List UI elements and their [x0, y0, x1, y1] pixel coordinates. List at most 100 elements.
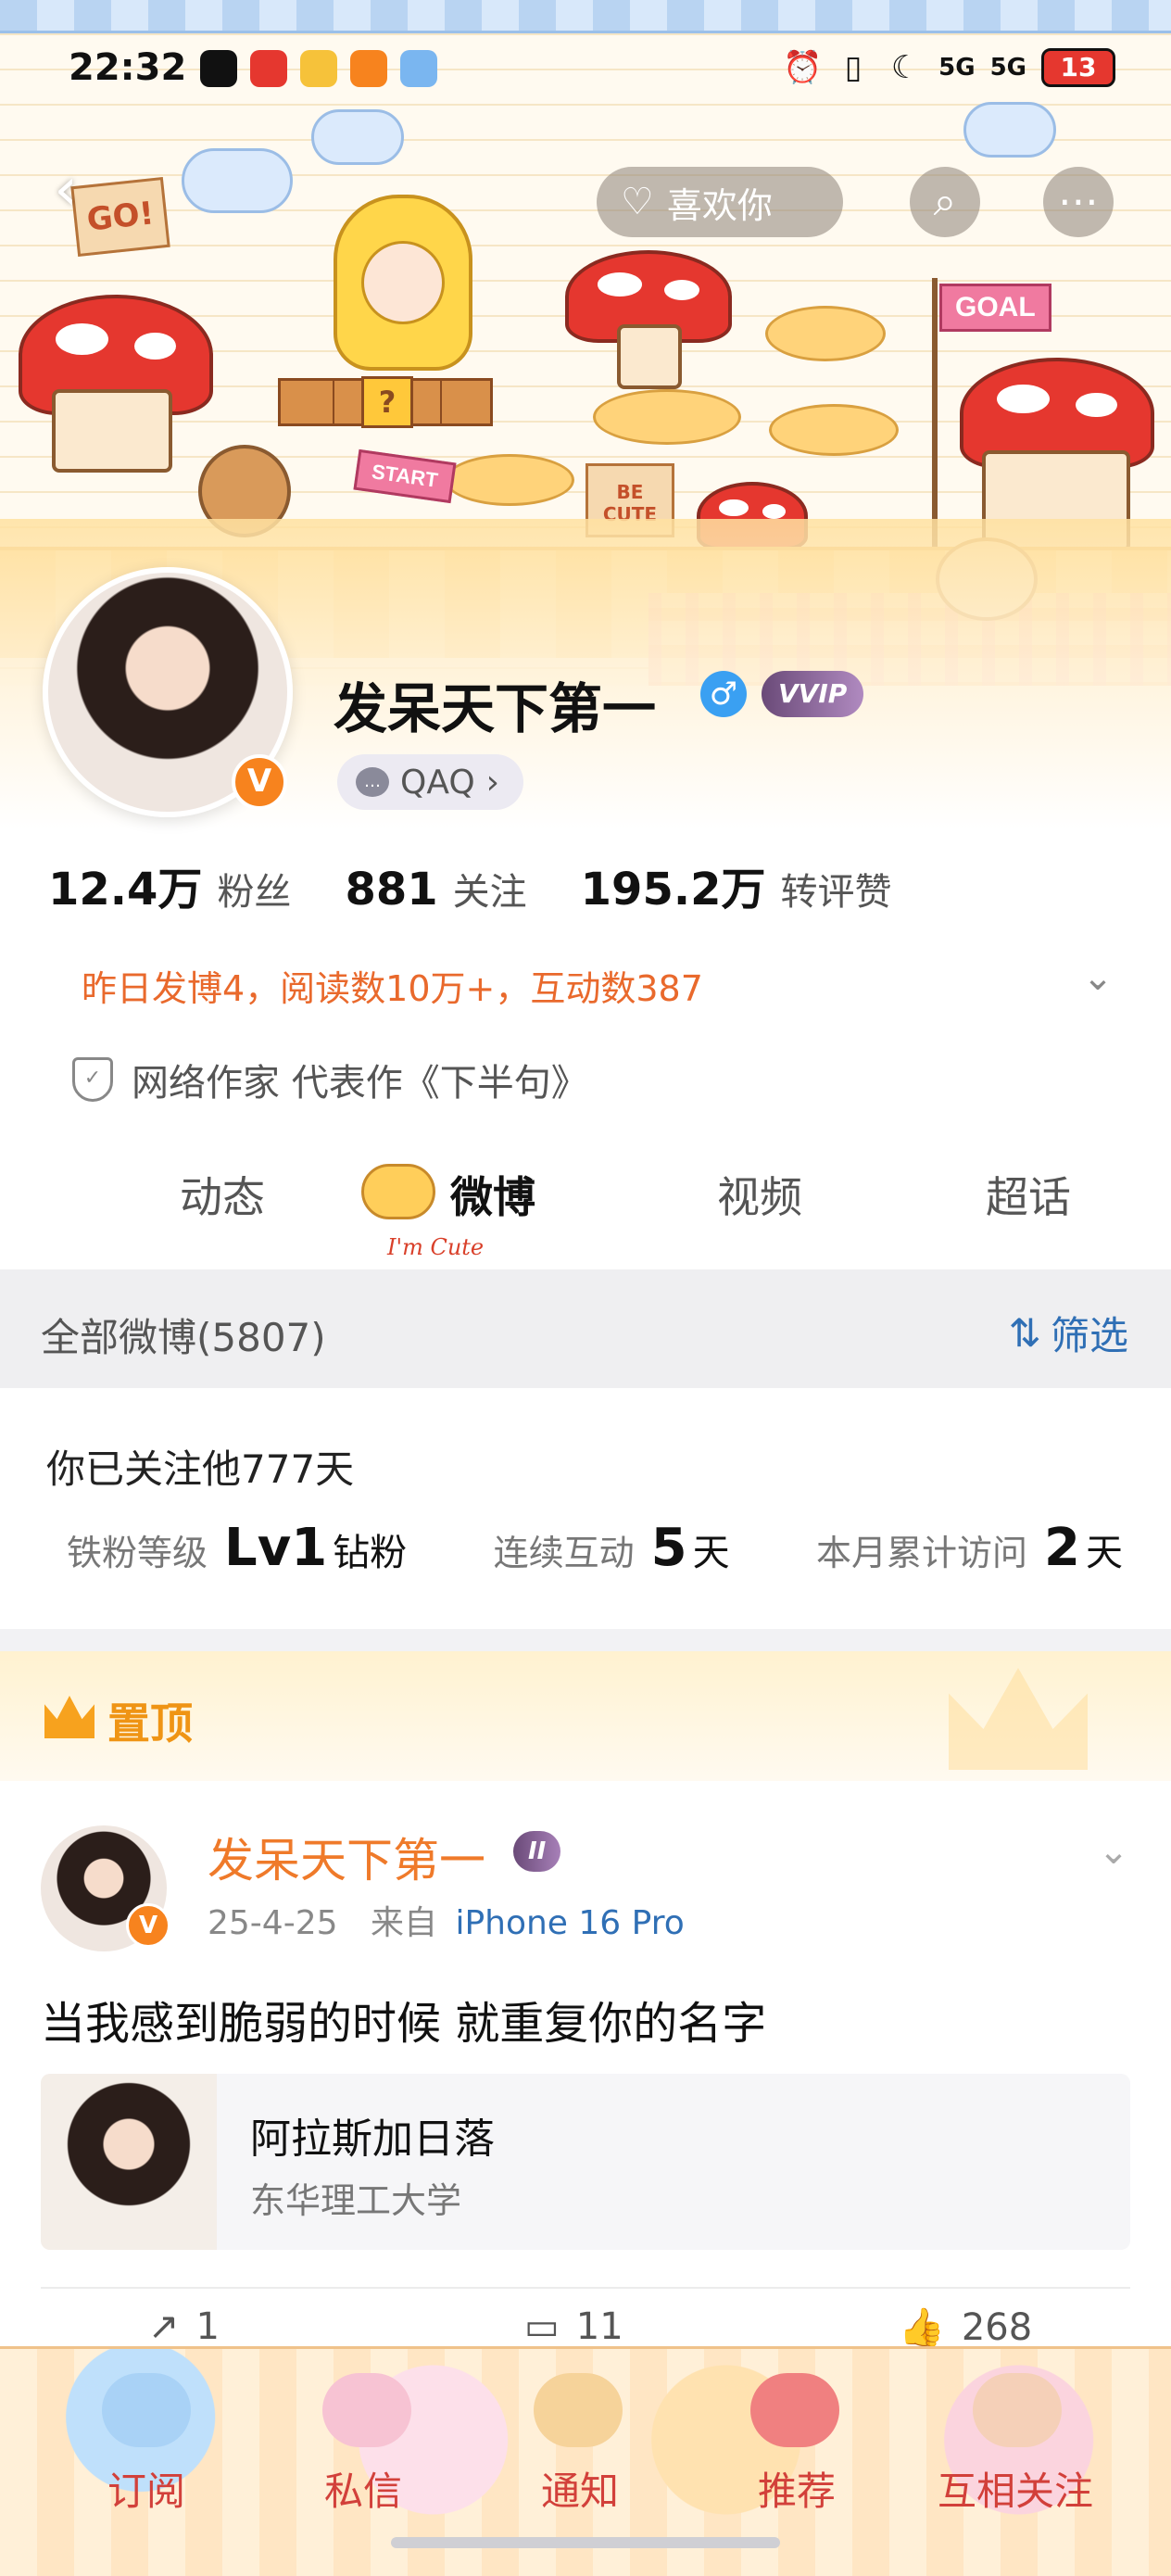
like-label: 喜欢你 [666, 184, 773, 226]
profile-tabs: 动态 微博 I'm Cute 视频 超话 [0, 1130, 1171, 1269]
start-flag: START [353, 448, 457, 504]
fan-stats-row: 铁粉等级 Lv1 钻粉 连续互动 5 天 本月累计访问 2 天 [67, 1518, 1123, 1578]
heart-icon: ♡ [621, 181, 654, 223]
cushion-decoration [765, 306, 886, 361]
follow-info: 你已关注他777天 铁粉等级 Lv1 钻粉 连续互动 5 天 本月累计访问 2 天 [0, 1388, 1171, 1629]
repost-icon: ↗ [148, 2305, 180, 2348]
question-block-icon: ? [361, 376, 413, 428]
dog-character-icon [534, 2373, 623, 2447]
certification: ✓ 网络作家 代表作《下半句》 [72, 1053, 588, 1106]
alarm-icon: ⏰ [783, 49, 823, 86]
chevron-down-icon[interactable]: ⌄ [1088, 1825, 1140, 1877]
stat-interactions[interactable]: 195.2万 转评赞 [581, 852, 892, 917]
cute-character-icon [361, 1164, 435, 1219]
follow-days: 你已关注他777天 [46, 1446, 355, 1492]
like-button[interactable]: ♡ 喜欢你 [597, 167, 843, 237]
cushion-decoration [445, 454, 574, 506]
comment-button[interactable]: ▭ 11 [524, 2305, 623, 2348]
status-right: ⏰ ▯ ☾ 5G 5G 13 [783, 48, 1115, 87]
vibrate-icon: ▯ [844, 49, 863, 86]
vip-badge[interactable]: VVIP [762, 671, 864, 717]
bio-pill[interactable]: … QAQ › [337, 754, 524, 810]
nav-messages[interactable]: 私信 [324, 2460, 402, 2517]
filter-icon: ⇅ [1008, 1310, 1041, 1356]
flag-pole-decoration [932, 278, 938, 547]
chat-bubble-icon: … [356, 767, 389, 797]
profile-stats: 12.4万 粉丝 881 关注 195.2万 转评赞 [48, 852, 891, 917]
back-button[interactable]: ‹ [33, 158, 98, 222]
status-bar: 22:32 ⏰ ▯ ☾ 5G 5G 13 [0, 0, 1171, 139]
card-title: 阿拉斯加日落 [250, 2115, 495, 2163]
post-source-prefix: 来自 [370, 1904, 437, 1942]
pinned-bar: 置顶 [0, 1651, 1171, 1781]
bio-label: QAQ [400, 763, 475, 802]
post-text: 当我感到脆弱的时候 就重复你的名字 [41, 1998, 767, 2050]
signal-icon: 5G [989, 54, 1026, 82]
cushion-decoration [593, 389, 741, 445]
mushroom-stem-decoration [617, 324, 682, 389]
filter-bar: 全部微博(5807) ⇅ 筛选 [0, 1269, 1171, 1388]
post-author[interactable]: 发呆天下第一 [208, 1824, 485, 1890]
status-time: 22:32 [69, 46, 187, 89]
tab-video[interactable]: 视频 [717, 1164, 802, 1225]
tab-sub-caption: I'm Cute [387, 1234, 485, 1260]
more-button[interactable]: ⋯ [1043, 167, 1114, 237]
cat-character-icon [973, 2373, 1062, 2447]
repost-button[interactable]: ↗ 1 [148, 2305, 220, 2348]
video-app-icon [350, 50, 387, 87]
cushion-decoration [769, 404, 899, 456]
weibo-app-icon [300, 50, 337, 87]
thumbs-up-icon: 👍 [899, 2306, 945, 2349]
tiktok-app-icon [200, 50, 237, 87]
filter-button[interactable]: ⇅ 筛选 [1009, 1305, 1128, 1361]
post-source[interactable]: iPhone 16 Pro [455, 1904, 684, 1942]
verified-badge: V [126, 1903, 170, 1948]
chevron-down-icon[interactable]: ⌄ [1075, 954, 1121, 1001]
meow-box-icon [322, 2373, 411, 2447]
section-divider [0, 1629, 1171, 1651]
cloud-decoration [182, 148, 293, 213]
mushroom-stem-decoration [52, 389, 172, 473]
nav-notifications[interactable]: 通知 [541, 2460, 619, 2517]
tab-weibo[interactable]: 微博 [450, 1164, 535, 1225]
monthly-visits: 本月累计访问 2 天 [816, 1518, 1123, 1578]
chevron-right-icon: › [485, 763, 500, 802]
tab-dynamic[interactable]: 动态 [180, 1164, 265, 1225]
post-meta: 25-4-25 来自 iPhone 16 Pro [208, 1896, 685, 1944]
home-indicator[interactable] [391, 2537, 780, 2548]
male-icon: ♂ [700, 671, 747, 717]
member-badge: II [513, 1831, 561, 1872]
cloud-app-icon [400, 50, 437, 87]
profile-nickname: 发呆天下第一 [334, 677, 657, 740]
post-date: 25-4-25 [208, 1904, 338, 1942]
fan-level[interactable]: 铁粉等级 Lv1 钻粉 [67, 1518, 407, 1578]
tab-super-topic[interactable]: 超话 [986, 1164, 1071, 1225]
comment-icon: ▭ [524, 2305, 560, 2348]
princess-face-decoration [361, 241, 445, 324]
card-thumbnail [41, 2074, 217, 2250]
yesterday-summary[interactable]: 昨日发博4，阅读数10万+，互动数387 [82, 960, 703, 1011]
pinned-label: 置顶 [107, 1698, 193, 1749]
crown-icon [44, 1696, 94, 1738]
stat-following[interactable]: 881 关注 [345, 862, 526, 915]
nav-subscribe[interactable]: 订阅 [107, 2460, 185, 2517]
mushroom-character-icon [750, 2373, 839, 2447]
card-subtitle: 东华理工大学 [250, 2180, 462, 2221]
like-post-button[interactable]: 👍 268 [899, 2305, 1032, 2350]
link-card[interactable]: 阿拉斯加日落 东华理工大学 [41, 2074, 1130, 2250]
nav-mutual-follow[interactable]: 互相关注 [938, 2460, 1093, 2517]
battery-icon: 13 [1041, 48, 1115, 87]
filter-label: 筛选 [1050, 1313, 1128, 1358]
shield-icon: ✓ [72, 1057, 113, 1102]
pinduoduo-app-icon [250, 50, 287, 87]
post-divider [41, 2287, 1130, 2289]
stat-followers[interactable]: 12.4万 粉丝 [48, 852, 291, 917]
subscribe-character-icon [102, 2373, 191, 2447]
interaction-streak: 连续互动 5 天 [493, 1518, 730, 1578]
moon-icon: ☾ [890, 49, 920, 86]
all-posts-count[interactable]: 全部微博(5807) [41, 1307, 326, 1363]
verified-badge: V [232, 754, 287, 810]
nav-recommend[interactable]: 推荐 [758, 2460, 836, 2517]
pinned-post[interactable]: V 发呆天下第一 II ⌄ 25-4-25 来自 iPhone 16 Pro 当… [0, 1781, 1171, 2355]
search-button[interactable]: ⌕ [910, 167, 980, 237]
